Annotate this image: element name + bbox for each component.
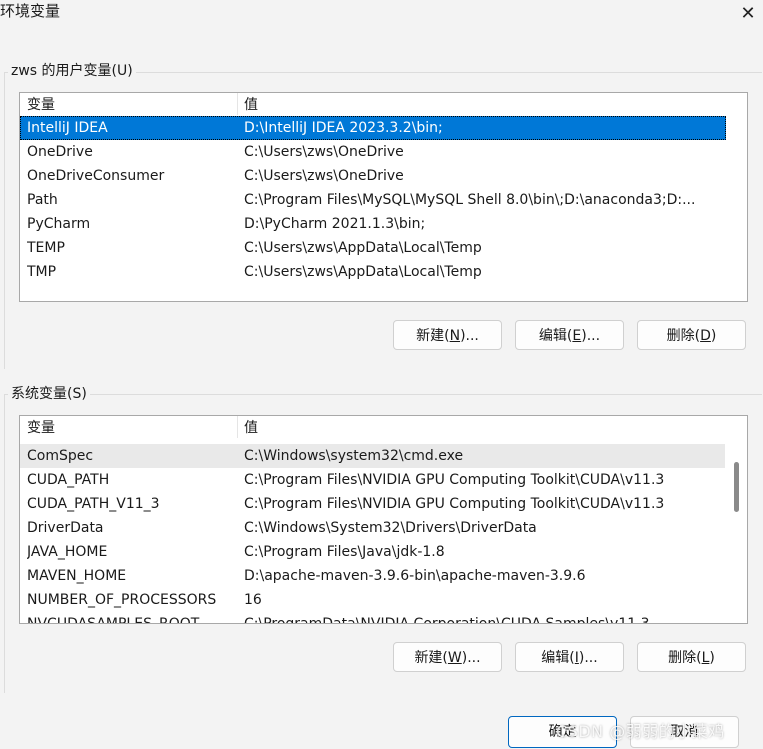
column-header-name[interactable]: 变量 <box>27 96 55 114</box>
system-variable-row[interactable]: CUDA_PATH C:\Program Files\NVIDIA GPU Com… <box>20 468 726 492</box>
variable-name: TEMP <box>27 240 65 256</box>
variable-value: C:\Program Files\MySQL\MySQL Shell 8.0\b… <box>244 192 696 208</box>
variable-value: C:\ProgramData\NVIDIA Corporation\CUDA S… <box>244 616 650 624</box>
button-label: )... <box>461 650 481 666</box>
variable-value: C:\Users\zws\AppData\Local\Temp <box>244 264 482 280</box>
button-label: )... <box>460 328 479 344</box>
system-new-button[interactable]: 新建(W)... <box>393 642 502 672</box>
button-label: ) <box>710 328 717 344</box>
button-label: 新建( <box>416 328 450 344</box>
button-label: ) <box>709 650 715 666</box>
window-title: 环境变量 <box>0 2 61 20</box>
variable-name: PyCharm <box>27 216 91 232</box>
variable-name: IntelliJ IDEA <box>27 120 108 136</box>
system-variable-row[interactable]: DriverData C:\Windows\System32\Drivers\Dr… <box>20 516 726 540</box>
user-variables-list[interactable]: 变量 值 IntelliJ IDEA D:\IntelliJ IDEA 2023.… <box>19 92 748 302</box>
system-variable-row[interactable]: NUMBER_OF_PROCESSORS 16 <box>20 588 726 612</box>
variable-name: MAVEN_HOME <box>27 568 127 584</box>
system-variables-list[interactable]: 变量 值 ComSpec C:\Windows\system32\cmd.exe C… <box>19 415 748 624</box>
user-delete-button[interactable]: 删除(D) <box>637 320 746 350</box>
variable-name: NUMBER_OF_PROCESSORS <box>27 592 217 608</box>
system-variable-row[interactable]: NVCUDASAMPLES_ROOT C:\ProgramData\NVIDIA … <box>20 612 726 624</box>
variable-name: NVCUDASAMPLES_ROOT <box>27 616 200 624</box>
variable-name: CUDA_PATH_V11_3 <box>27 496 160 512</box>
column-header-value[interactable]: 值 <box>244 419 258 437</box>
variable-name: CUDA_PATH <box>27 472 110 488</box>
variable-name: Path <box>27 192 58 208</box>
title-bar: 环境变量 ✕ <box>0 0 763 30</box>
system-edit-button[interactable]: 编辑(I)... <box>515 642 624 672</box>
user-variable-row[interactable]: TMP C:\Users\zws\AppData\Local\Temp <box>20 260 726 284</box>
variable-name: TMP <box>27 264 57 280</box>
close-icon[interactable]: ✕ <box>733 0 763 26</box>
system-variables-title: 系统变量(S) <box>8 385 90 403</box>
variable-value: C:\Windows\System32\Drivers\DriverData <box>244 520 537 536</box>
access-key: D <box>700 328 711 344</box>
variable-value: C:\Users\zws\OneDrive <box>244 144 404 160</box>
button-label: 编辑( <box>538 328 573 344</box>
column-header-value[interactable]: 值 <box>244 96 258 114</box>
variable-value: C:\Users\zws\AppData\Local\Temp <box>244 240 482 256</box>
button-label: 删除( <box>668 650 702 666</box>
column-divider[interactable] <box>237 93 238 115</box>
variable-value: C:\Program Files\NVIDIA GPU Computing To… <box>244 496 665 512</box>
variable-value: C:\Windows\system32\cmd.exe <box>244 448 464 464</box>
variable-name: OneDrive <box>27 144 93 160</box>
variable-name: JAVA_HOME <box>27 544 108 560</box>
variable-name: OneDriveConsumer <box>27 168 165 184</box>
user-variable-row[interactable]: PyCharm D:\PyCharm 2021.1.3\bin; <box>20 212 726 236</box>
column-divider[interactable] <box>237 416 238 438</box>
button-label: )... <box>581 328 601 344</box>
column-header-name[interactable]: 变量 <box>27 419 55 437</box>
system-variables-rows: ComSpec C:\Windows\system32\cmd.exe CUDA_P… <box>20 444 726 624</box>
system-variable-row[interactable]: JAVA_HOME C:\Program Files\Java\jdk-1.8 <box>20 540 726 564</box>
list-header: 变量 值 <box>20 416 723 439</box>
system-variable-row[interactable]: CUDA_PATH_V11_3 C:\Program Files\NVIDIA G… <box>20 492 726 516</box>
variable-value: C:\Program Files\Java\jdk-1.8 <box>244 544 445 560</box>
user-variable-row[interactable]: Path C:\Program Files\MySQL\MySQL Shell 8… <box>20 188 726 212</box>
variable-value: C:\Users\zws\OneDrive <box>244 168 404 184</box>
scrollbar-thumb[interactable] <box>734 462 739 512</box>
vertical-scrollbar[interactable] <box>725 416 747 623</box>
watermark: CSDN @弱弱的小菜鸡 <box>556 722 725 741</box>
environment-variables-dialog: 环境变量 ✕ zws 的用户变量(U) 变量 值 IntelliJ IDEA D:… <box>0 0 763 749</box>
user-variable-row[interactable]: OneDrive C:\Users\zws\OneDrive <box>20 140 726 164</box>
system-variable-row[interactable]: MAVEN_HOME D:\apache-maven-3.9.6-bin\apac… <box>20 564 726 588</box>
system-variable-row[interactable]: ComSpec C:\Windows\system32\cmd.exe <box>20 444 726 468</box>
variable-name: DriverData <box>27 520 104 536</box>
user-edit-button[interactable]: 编辑(E)... <box>515 320 624 350</box>
list-header: 变量 值 <box>20 93 723 116</box>
user-variables-rows: IntelliJ IDEA D:\IntelliJ IDEA 2023.3.2\b… <box>20 116 726 284</box>
button-label: 删除( <box>666 328 701 344</box>
button-label: )... <box>578 650 598 666</box>
button-label: 新建( <box>414 650 448 666</box>
variable-value: D:\apache-maven-3.9.6-bin\apache-maven-3… <box>244 568 586 584</box>
user-variable-row[interactable]: OneDriveConsumer C:\Users\zws\OneDrive <box>20 164 726 188</box>
access-key: N <box>449 328 461 344</box>
access-key: W <box>447 650 462 666</box>
variable-value: D:\IntelliJ IDEA 2023.3.2\bin; <box>244 120 443 136</box>
user-variable-row[interactable]: IntelliJ IDEA D:\IntelliJ IDEA 2023.3.2\b… <box>20 116 726 140</box>
user-variable-row[interactable]: TEMP C:\Users\zws\AppData\Local\Temp <box>20 236 726 260</box>
variable-value: C:\Program Files\NVIDIA GPU Computing To… <box>244 472 665 488</box>
system-delete-button[interactable]: 删除(L) <box>637 642 746 672</box>
user-variables-title: zws 的用户变量(U) <box>8 62 136 80</box>
variable-name: ComSpec <box>27 448 94 464</box>
button-label: 编辑( <box>541 650 575 666</box>
variable-value: D:\PyCharm 2021.1.3\bin; <box>244 216 426 232</box>
variable-value: 16 <box>244 592 262 608</box>
access-key: E <box>572 328 582 344</box>
user-new-button[interactable]: 新建(N)... <box>393 320 502 350</box>
